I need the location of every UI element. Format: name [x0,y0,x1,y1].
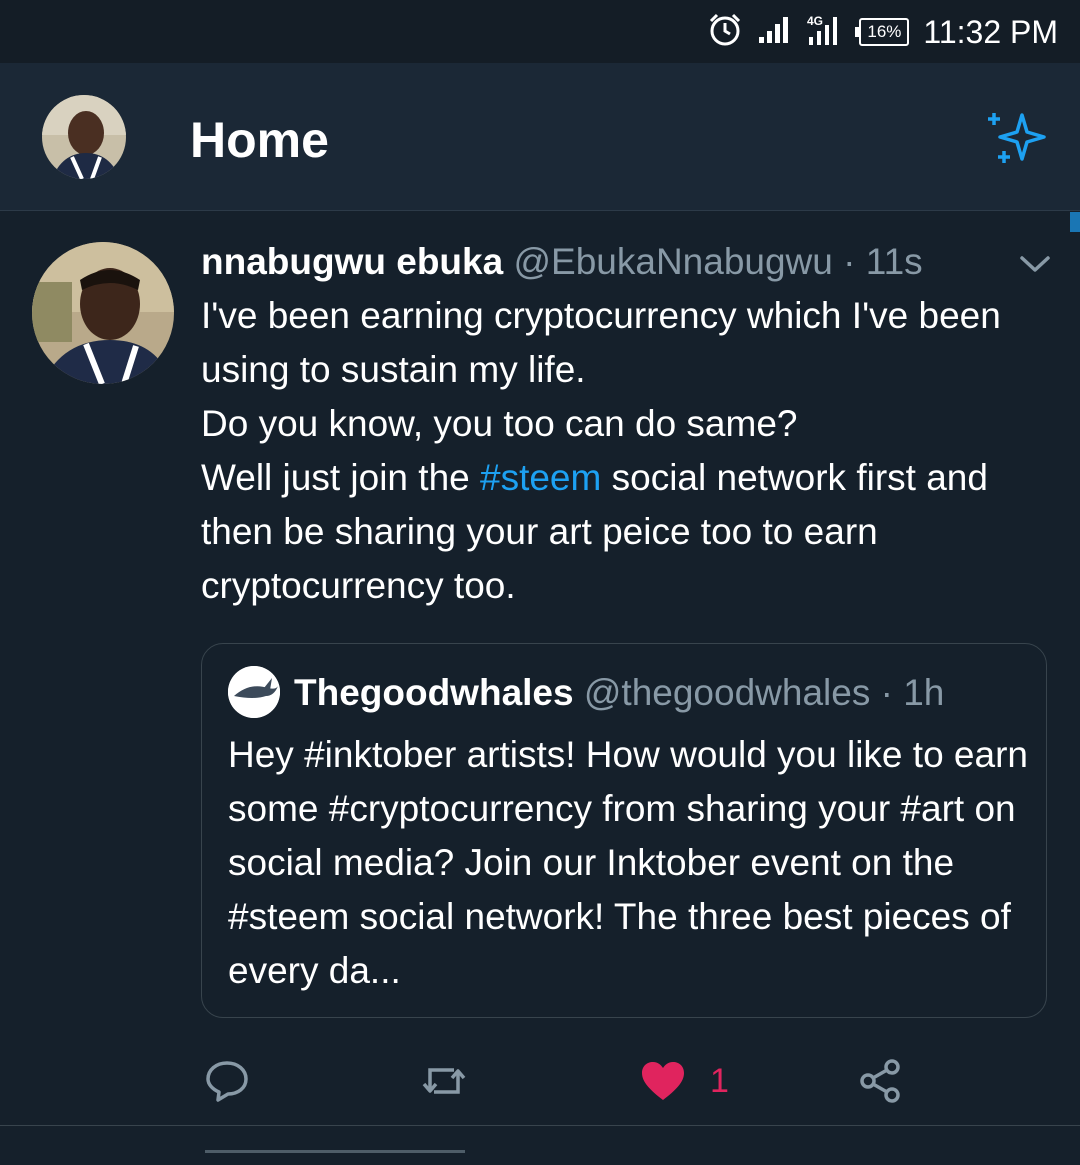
quoted-author-handle: @thegoodwhales [583,672,871,713]
alarm-icon [707,12,743,53]
tweet-text: I've been earning cryptocurrency which I… [201,289,1041,613]
status-bar: 4G 16% 11:32 PM [0,0,1080,63]
4g-signal-icon: 4G [805,13,845,52]
top-app-bar: Home [0,63,1080,211]
tweet[interactable]: nnabugwu ebuka @EbukaNnabugwu · 11s I've… [0,211,1080,1126]
tweet-actions: 1 [0,1051,1080,1111]
retweet-button[interactable] [420,1051,468,1111]
quoted-tweet[interactable]: Thegoodwhales @thegoodwhales · 1h Hey #i… [201,643,1047,1018]
tweet-line: Well just join the #steem social network… [201,451,1041,613]
quoted-author-name: Thegoodwhales [294,672,574,713]
share-icon [858,1058,904,1104]
author-handle[interactable]: @EbukaNnabugwu [513,241,832,282]
hashtag-link[interactable]: #steem [480,457,601,498]
battery-icon: 16% [855,18,910,46]
like-count: 1 [710,1061,729,1100]
tweet-line: I've been earning cryptocurrency which I… [201,295,1001,390]
tweet-text-segment: Well just join the [201,457,480,498]
author-name[interactable]: nnabugwu ebuka [201,241,503,282]
share-button[interactable] [858,1051,904,1111]
reply-icon [204,1058,250,1104]
tweet-timestamp: 11s [865,241,923,282]
status-icons: 4G 16% 11:32 PM [707,12,1058,52]
heart-icon [640,1060,686,1102]
chevron-down-icon[interactable] [1016,251,1054,277]
profile-avatar[interactable] [42,95,126,179]
tweet-divider [0,1125,1080,1126]
next-item-edge [205,1150,465,1165]
sparkle-icon[interactable] [984,105,1050,171]
separator-dot: · [880,672,893,713]
like-button[interactable]: 1 [640,1051,729,1111]
quoted-tweet-timestamp: 1h [903,672,945,713]
signal-icon [757,15,791,50]
quoted-tweet-text: Hey #inktober artists! How would you lik… [228,734,1028,991]
tweet-line: Do you know, you too can do same? [201,403,798,444]
tweet-header: nnabugwu ebuka @EbukaNnabugwu · 11s [201,241,923,283]
separator-dot: · [843,241,856,282]
quoted-tweet-header: Thegoodwhales @thegoodwhales · 1h [294,672,944,714]
author-avatar[interactable] [32,242,174,384]
svg-text:4G: 4G [807,14,823,28]
quoted-author-avatar [228,666,280,718]
reply-button[interactable] [204,1051,250,1111]
status-time: 11:32 PM [923,13,1058,50]
retweet-icon [420,1058,468,1104]
page-title: Home [190,112,329,168]
